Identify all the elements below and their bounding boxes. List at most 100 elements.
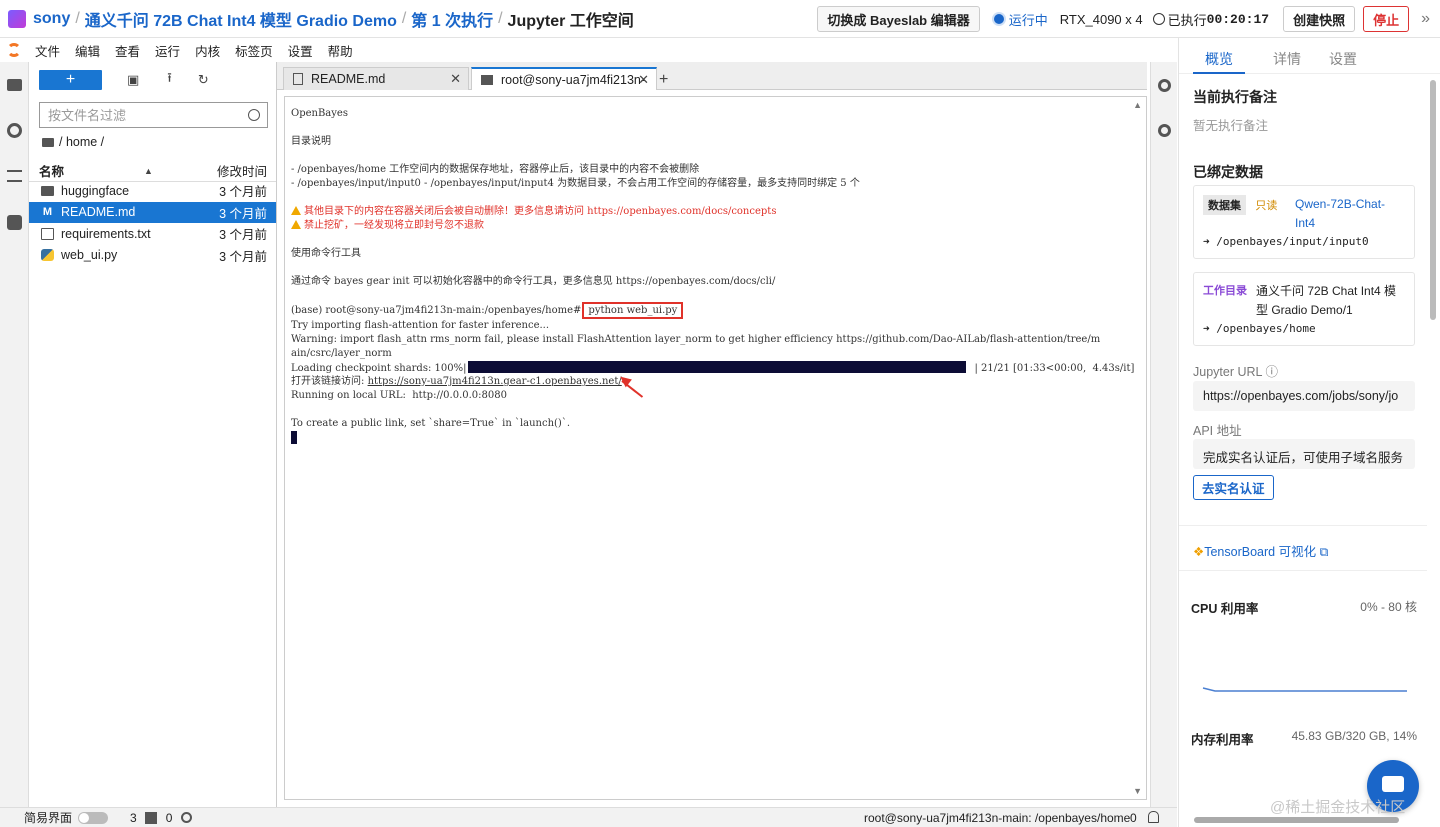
new-folder-icon[interactable]: ▣: [127, 72, 139, 88]
top-header: sony / 通义千问 72B Chat Int4 模型 Gradio Demo…: [0, 0, 1440, 38]
terminal-line: OpenBayes: [291, 108, 348, 119]
add-tab-icon[interactable]: +: [659, 71, 668, 89]
workdir-tag: 工作目录: [1203, 285, 1247, 297]
simple-mode-toggle[interactable]: [78, 811, 109, 824]
terminal-line: - /openbayes/home 工作空间内的数据保存地址，容器停止后，该目录…: [291, 164, 700, 175]
column-modified[interactable]: 修改时间: [217, 161, 267, 180]
stop-button[interactable]: 停止: [1363, 6, 1410, 32]
terminal-cursor-line: [291, 431, 1126, 445]
dataset-path: ➜ /openbayes/input/input0: [1203, 235, 1369, 248]
terminal-path-status: root@sony-ua7jm4fi213n-main: /openbayes/…: [864, 810, 1131, 825]
dataset-card[interactable]: 数据集 只读 Qwen-72B-Chat-Int4 ➜ /openbayes/i…: [1193, 185, 1415, 259]
tensorboard-link[interactable]: ❖TensorBoard 可视化 ⧉: [1193, 541, 1328, 560]
terminal-line: Warning: import flash_attn rms_norm fail…: [291, 334, 1101, 345]
switch-editor-button[interactable]: 切换成 Bayeslab 编辑器: [817, 6, 980, 32]
readonly-tag: 只读: [1255, 200, 1278, 212]
new-launcher-button[interactable]: +: [39, 70, 102, 90]
tab-terminal[interactable]: root@sony-ua7jm4fi213n-ma ✕: [471, 67, 657, 90]
verify-identity-button[interactable]: 去实名认证: [1193, 475, 1274, 500]
column-name[interactable]: 名称: [39, 161, 64, 180]
watermark: @稀土掘金技术社区: [1270, 799, 1406, 816]
crumb-user[interactable]: sony: [33, 10, 70, 28]
workdir-path: ➜ /openbayes/home: [1203, 322, 1316, 335]
bound-data-title: 已绑定数据: [1193, 164, 1263, 180]
tab-settings[interactable]: 设置: [1329, 49, 1357, 74]
file-browser-icon[interactable]: [7, 79, 22, 91]
file-row-readme[interactable]: M README.md 3 个月前: [29, 201, 276, 223]
scroll-up-icon[interactable]: ▲: [1133, 100, 1142, 110]
file-filter-input[interactable]: [48, 107, 248, 123]
tab-readme[interactable]: README.md ✕: [283, 67, 469, 90]
file-row-huggingface[interactable]: huggingface 3 个月前: [29, 180, 276, 202]
tab-details[interactable]: 详情: [1273, 49, 1301, 74]
upload-icon[interactable]: ⭱: [167, 69, 172, 91]
progress-bar: [468, 361, 967, 373]
warning-icon: [291, 220, 301, 229]
tensorboard-icon: ❖: [1193, 545, 1205, 559]
terminal-line: 打开该链接访问: https://sony-ua7jm4fi213n.gear-…: [291, 376, 622, 387]
note-value: 暂无执行备注: [1193, 119, 1269, 133]
notification-count: 0: [1130, 810, 1137, 825]
menu-run[interactable]: 运行: [155, 41, 180, 60]
close-tab-icon[interactable]: ✕: [450, 71, 461, 87]
file-row-requirements[interactable]: requirements.txt 3 个月前: [29, 223, 276, 245]
terminal-cursor: [291, 431, 297, 444]
editor-tabbar: README.md ✕ root@sony-ua7jm4fi213n-ma ✕ …: [277, 62, 1147, 90]
running-kernels-icon[interactable]: [7, 123, 22, 138]
menu-file[interactable]: 文件: [35, 41, 60, 60]
panel-scrollbar[interactable]: [1430, 80, 1436, 320]
folder-icon: [41, 185, 54, 196]
menu-help[interactable]: 帮助: [328, 41, 353, 60]
openbayes-logo-icon[interactable]: [8, 9, 26, 28]
crumb-execution[interactable]: 第 1 次执行: [411, 7, 493, 31]
left-activity-bar: [0, 62, 29, 807]
menu-edit[interactable]: 编辑: [75, 41, 100, 60]
create-snapshot-button[interactable]: 创建快照: [1283, 6, 1356, 32]
folder-icon: [42, 137, 54, 147]
cpu-usage-chart: [1202, 687, 1407, 692]
scroll-down-icon[interactable]: ▼: [1133, 786, 1142, 796]
menu-kernel[interactable]: 内核: [195, 41, 220, 60]
collapse-panel-icon[interactable]: »: [1421, 10, 1430, 28]
horizontal-scrollbar[interactable]: [1194, 817, 1399, 823]
bell-icon[interactable]: [1148, 811, 1159, 823]
terminal-panel[interactable]: OpenBayes 目录说明 - /openbayes/home 工作空间内的数…: [284, 96, 1147, 800]
kernel-status-icon[interactable]: [181, 812, 193, 823]
markdown-icon: M: [42, 206, 53, 219]
close-tab-icon[interactable]: ✕: [638, 72, 649, 88]
terminal-line: Running on local URL: http://0.0.0.0:808…: [291, 390, 507, 401]
simple-mode-label: 简易界面: [24, 811, 73, 825]
crumb-project[interactable]: 通义千问 72B Chat Int4 模型 Gradio Demo: [85, 7, 397, 31]
menu-tabs[interactable]: 标签页: [235, 41, 273, 60]
menu-view[interactable]: 查看: [115, 41, 140, 60]
tab-overview[interactable]: 概览: [1193, 49, 1245, 74]
search-icon: [248, 109, 260, 121]
terminal-icon: [481, 74, 493, 85]
chat-icon: [1382, 776, 1404, 792]
memory-usage: 内存利用率 45.83 GB/320 GB, 14%: [1191, 729, 1417, 747]
file-row-web-ui[interactable]: web_ui.py 3 个月前: [29, 245, 276, 267]
terminal-count: 3: [130, 810, 137, 825]
gradio-url-link[interactable]: https://sony-ua7jm4fi213n.gear-c1.openba…: [368, 376, 622, 387]
table-of-contents-icon[interactable]: [7, 170, 22, 182]
extensions-icon[interactable]: [7, 215, 22, 230]
terminal-line: ain/csrc/layer_norm: [291, 348, 392, 359]
terminal-line: - /openbayes/input/input0 - /openbayes/i…: [291, 178, 860, 189]
terminal-line: 目录说明: [291, 136, 331, 147]
debugger-icon[interactable]: [1158, 124, 1171, 137]
jupyter-url-label: Jupyter URL ⓘ: [1193, 365, 1278, 379]
jupyter-menubar: 文件 编辑 查看 运行 内核 标签页 设置 帮助: [0, 38, 1177, 62]
refresh-icon[interactable]: ↻: [198, 72, 209, 88]
jupyter-url-field[interactable]: https://openbayes.com/jobs/sony/jo: [1193, 381, 1415, 411]
status-bar: 简易界面 3 0 root@sony-ua7jm4fi213n-main: /o…: [0, 807, 1177, 827]
workdir-card[interactable]: 工作目录 通义千问 72B Chat Int4 模型 Gradio Demo/1…: [1193, 272, 1415, 346]
file-filter[interactable]: [39, 102, 268, 128]
executed-time: 00:20:17: [1206, 11, 1270, 27]
menu-settings[interactable]: 设置: [288, 41, 313, 60]
dataset-name[interactable]: Qwen-72B-Chat-Int4: [1295, 195, 1405, 233]
current-path[interactable]: / home /: [42, 135, 104, 149]
sort-asc-icon[interactable]: ▲: [144, 166, 153, 176]
terminal-line: Try importing flash-attention for faster…: [291, 320, 550, 331]
property-inspector-icon[interactable]: [1158, 79, 1171, 92]
highlighted-command: python web_ui.py: [582, 302, 684, 319]
